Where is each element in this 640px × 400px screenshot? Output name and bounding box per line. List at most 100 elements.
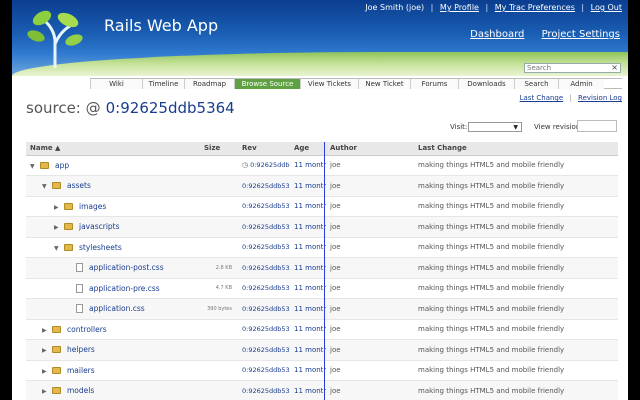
view-revision-input[interactable] bbox=[577, 120, 617, 132]
cell-rev-text[interactable]: 0:92625ddb53 bbox=[242, 387, 290, 395]
search-clear-button[interactable]: × bbox=[611, 63, 618, 72]
column-age[interactable]: Age bbox=[290, 142, 326, 156]
cell-rev[interactable]: 0:92625ddb53 bbox=[238, 257, 290, 279]
column-author[interactable]: Author bbox=[326, 142, 414, 156]
cell-age-text[interactable]: 11 months bbox=[294, 346, 326, 354]
table-row[interactable]: application.css 390 bytes 0:92625ddb53 11 m… bbox=[26, 298, 618, 320]
file-link[interactable]: application.css bbox=[89, 304, 145, 313]
tab-admin[interactable]: Admin bbox=[558, 79, 604, 89]
cell-rev-text[interactable]: 0:92625ddb53 bbox=[242, 325, 290, 333]
visit-select[interactable]: ▼ bbox=[468, 122, 522, 132]
tab-view-tickets[interactable]: View Tickets bbox=[300, 79, 358, 89]
column-size[interactable]: Size bbox=[200, 142, 238, 156]
table-row[interactable]: ▶ models 0:92625ddb53 11 months joe making th… bbox=[26, 380, 618, 400]
cell-rev-text[interactable]: 0:92625ddb53 bbox=[242, 305, 290, 313]
cell-age[interactable]: 11 months bbox=[290, 380, 326, 400]
project-settings-link[interactable]: Project Settings bbox=[542, 29, 620, 40]
cell-age-text[interactable]: 11 months bbox=[294, 202, 326, 210]
page-title-revision[interactable]: 0:92625ddb5364 bbox=[106, 99, 235, 117]
table-row[interactable]: ▶ images 0:92625ddb53 11 months joe making th… bbox=[26, 196, 618, 217]
table-row[interactable]: application-post.css 2.8 KB 0:92625ddb53 11… bbox=[26, 257, 618, 279]
cell-age-text[interactable]: 11 months bbox=[294, 387, 326, 395]
cell-age-text[interactable]: 11 months bbox=[294, 366, 326, 374]
expanded-toggle-icon[interactable]: ▼ bbox=[42, 183, 52, 190]
table-row[interactable]: ▶ helpers 0:92625ddb53 11 months joe making t… bbox=[26, 339, 618, 361]
cell-rev-text[interactable]: 0:92625ddb53 bbox=[242, 202, 290, 210]
cell-rev-text[interactable]: 0:92625ddb53 bbox=[242, 366, 290, 374]
expanded-toggle-icon[interactable]: ▼ bbox=[54, 245, 64, 252]
folder-link[interactable]: models bbox=[67, 386, 94, 395]
tab-wiki[interactable]: Wiki bbox=[90, 79, 142, 89]
table-row[interactable]: ▶ javascripts 0:92625ddb53 11 months joe maki… bbox=[26, 216, 618, 238]
cell-rev[interactable]: 0:92625ddb53 bbox=[238, 196, 290, 217]
cell-rev[interactable]: 0:92625ddb53 bbox=[238, 339, 290, 361]
cell-rev-text[interactable]: 0:92625ddb53 bbox=[242, 223, 290, 231]
cell-rev[interactable]: 0:92625ddb53 bbox=[238, 175, 290, 197]
cell-age-text[interactable]: 11 months bbox=[294, 243, 326, 251]
tab-downloads[interactable]: Downloads bbox=[458, 79, 514, 89]
cell-age[interactable]: 11 months bbox=[290, 298, 326, 320]
table-row[interactable]: ▶ mailers 0:92625ddb53 11 months joe making t… bbox=[26, 360, 618, 381]
table-row[interactable]: ▼ assets 0:92625ddb53 11 months joe making th… bbox=[26, 175, 618, 197]
cell-age[interactable]: 11 months bbox=[290, 360, 326, 381]
tab-roadmap[interactable]: Roadmap bbox=[184, 79, 234, 89]
folder-link[interactable]: app bbox=[55, 161, 69, 170]
cell-age[interactable]: 11 months bbox=[290, 339, 326, 361]
last-change-link[interactable]: Last Change bbox=[520, 94, 564, 102]
cell-age-text[interactable]: 11 months bbox=[294, 305, 326, 313]
folder-link[interactable]: assets bbox=[67, 181, 91, 190]
collapsed-toggle-icon[interactable]: ▶ bbox=[54, 224, 64, 231]
tab-search[interactable]: Search bbox=[514, 79, 558, 89]
cell-rev-text[interactable]: 0:92625ddb53 bbox=[242, 264, 290, 272]
revision-log-link[interactable]: Revision Log bbox=[578, 94, 622, 102]
cell-rev-text[interactable]: 0:92625ddb53 bbox=[242, 243, 290, 251]
folder-link[interactable]: images bbox=[79, 202, 106, 211]
folder-link[interactable]: helpers bbox=[67, 345, 95, 354]
collapsed-toggle-icon[interactable]: ▶ bbox=[42, 368, 52, 375]
folder-link[interactable]: javascripts bbox=[79, 222, 120, 231]
cell-age-text[interactable]: 11 months bbox=[294, 161, 326, 169]
cell-rev[interactable]: 0:92625ddb53 bbox=[238, 278, 290, 299]
folder-link[interactable]: controllers bbox=[67, 325, 107, 334]
cell-age[interactable]: 11 months bbox=[290, 216, 326, 238]
cell-age-text[interactable]: 11 months bbox=[294, 284, 326, 292]
folder-link[interactable]: stylesheets bbox=[79, 243, 122, 252]
cell-age[interactable]: 11 months bbox=[290, 196, 326, 217]
tab-timeline[interactable]: Timeline bbox=[142, 79, 184, 89]
cell-age[interactable]: 11 months bbox=[290, 278, 326, 299]
file-link[interactable]: application-post.css bbox=[89, 263, 164, 272]
table-row[interactable]: application-pre.css 4.7 KB 0:92625ddb53 11 … bbox=[26, 278, 618, 299]
tab-browse-source[interactable]: Browse Source bbox=[234, 79, 300, 89]
collapsed-toggle-icon[interactable]: ▶ bbox=[42, 388, 52, 395]
collapsed-toggle-icon[interactable]: ▶ bbox=[42, 347, 52, 354]
table-row[interactable]: ▼ app ◷0:92625ddb5 11 months joe making thing… bbox=[26, 155, 618, 176]
cell-age[interactable]: 11 months bbox=[290, 319, 326, 340]
cell-rev[interactable]: 0:92625ddb53 bbox=[238, 216, 290, 238]
cell-age[interactable]: 11 months bbox=[290, 257, 326, 279]
column-name[interactable]: Name ▲ bbox=[26, 142, 200, 156]
cell-age[interactable]: 11 months bbox=[290, 237, 326, 258]
cell-age-text[interactable]: 11 months bbox=[294, 182, 326, 190]
table-row[interactable]: ▼ stylesheets 0:92625ddb53 11 months joe maki… bbox=[26, 237, 618, 258]
cell-age-text[interactable]: 11 months bbox=[294, 325, 326, 333]
cell-age[interactable]: 11 months bbox=[290, 175, 326, 197]
folder-link[interactable]: mailers bbox=[67, 366, 95, 375]
cell-rev[interactable]: 0:92625ddb53 bbox=[238, 360, 290, 381]
search-input[interactable] bbox=[527, 64, 607, 72]
my-profile-link[interactable]: My Profile bbox=[440, 3, 479, 12]
collapsed-toggle-icon[interactable]: ▶ bbox=[54, 204, 64, 211]
cell-age-text[interactable]: 11 months bbox=[294, 264, 326, 272]
cell-age-text[interactable]: 11 months bbox=[294, 223, 326, 231]
cell-age[interactable]: 11 months bbox=[290, 155, 326, 176]
collapsed-toggle-icon[interactable]: ▶ bbox=[42, 327, 52, 334]
table-row[interactable]: ▶ controllers 0:92625ddb53 11 months joe maki… bbox=[26, 319, 618, 340]
logout-link[interactable]: Log Out bbox=[591, 3, 622, 12]
cell-rev-text[interactable]: 0:92625ddb53 bbox=[242, 346, 290, 354]
dashboard-link[interactable]: Dashboard bbox=[470, 29, 524, 40]
cell-rev[interactable]: 0:92625ddb53 bbox=[238, 319, 290, 340]
column-last-change[interactable]: Last Change bbox=[414, 142, 618, 156]
cell-rev[interactable]: 0:92625ddb53 bbox=[238, 237, 290, 258]
preferences-link[interactable]: My Trac Preferences bbox=[495, 3, 575, 12]
cell-rev[interactable]: ◷ 0:92625ddb5 bbox=[238, 155, 290, 176]
cell-rev-text[interactable]: 0:92625ddb53 bbox=[242, 284, 290, 292]
